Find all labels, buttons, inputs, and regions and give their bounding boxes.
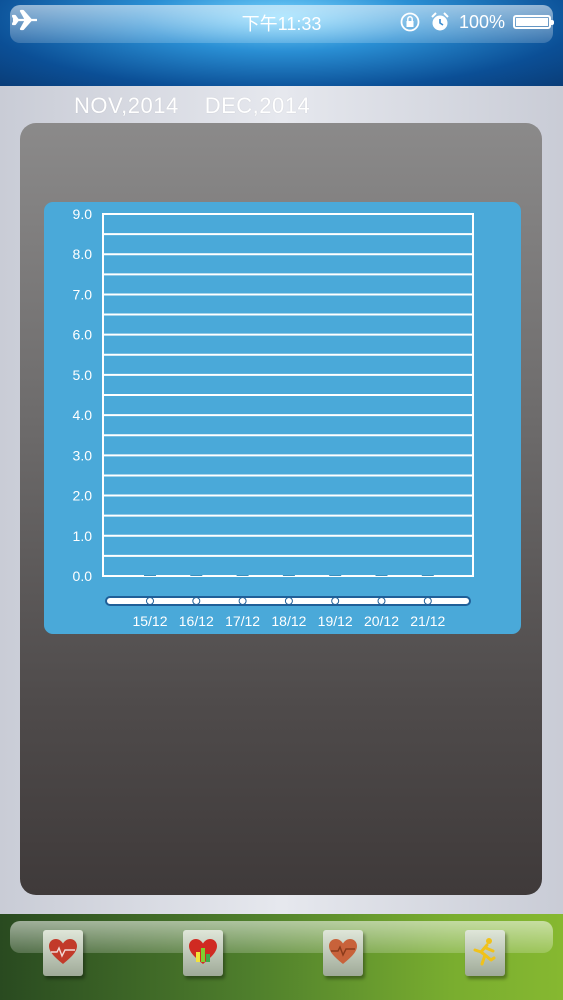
y-tick-label: 1.0 [73,528,93,544]
chart-card: 0.0 1.0 2.0 3.0 4.0 5.0 6.0 7.0 8.0 9.0 15/12 16/12… [44,202,521,634]
bar [421,575,434,576]
x-axis-point [284,597,293,605]
x-axis-point [331,597,340,605]
x-tick-label: 16/12 [179,613,214,629]
tab-dec-2014[interactable]: DEC,2014 [205,93,311,119]
header: 下午11:33 100% [0,0,563,86]
x-tick-label: 19/12 [318,613,353,629]
rotation-lock-icon [400,12,420,32]
x-axis-point [377,597,386,605]
bar [236,575,249,576]
heart-pulse-icon [329,939,357,964]
bar [190,575,203,576]
daily-chart: 0.0 1.0 2.0 3.0 4.0 5.0 6.0 7.0 8.0 9.0 15/12 16/12… [73,206,474,629]
y-tick-label: 4.0 [73,407,93,423]
bar [144,575,156,576]
x-tick-label: 18/12 [271,613,306,629]
tab-running[interactable] [465,930,505,978]
bar [329,575,342,576]
bar [282,575,295,576]
y-tick-label: 6.0 [73,327,93,343]
y-tick-label: 2.0 [73,488,93,504]
bar [375,575,388,576]
y-tick-label: 0.0 [73,568,93,584]
y-tick-label: 5.0 [73,367,93,383]
x-tick-label: 20/12 [364,613,399,629]
battery-fill [516,18,548,26]
y-tick-label: 7.0 [73,286,93,302]
y-tick-label: 8.0 [73,246,93,262]
heart-chart-icon [189,939,217,964]
running-man-icon [473,938,496,966]
x-axis-point [192,597,201,605]
bottom-tab-bar [0,914,563,1000]
y-tick-label: 3.0 [73,447,93,463]
battery-percentage: 100% [458,11,505,32]
tab-nov-2014[interactable]: NOV,2014 [74,93,179,119]
x-tick-label: 15/12 [132,613,167,629]
battery-icon [513,15,554,29]
x-axis-point [146,597,154,605]
x-tick-label: 17/12 [225,613,260,629]
heart-icon [49,939,77,964]
x-axis-point [238,597,247,605]
tab-heart[interactable] [43,930,83,978]
tab-heart-chart[interactable] [183,930,223,978]
month-tabs: NOV,2014 DEC,2014 [74,93,310,119]
x-tick-label: 21/12 [410,613,445,629]
tab-heart-pulse[interactable] [323,930,363,978]
y-tick-label: 9.0 [73,206,93,222]
status-right-group: 100% [399,9,554,35]
status-bar: 下午11:33 100% [10,5,554,43]
x-axis-point [423,597,432,605]
alarm-icon [431,12,449,31]
